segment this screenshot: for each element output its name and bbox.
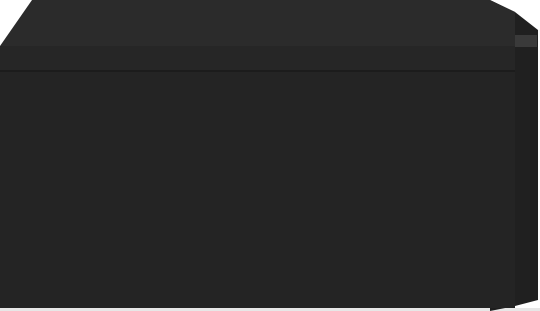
drawer-unit-illustration [0,0,540,311]
side-edge [515,12,538,306]
side-detail [515,35,537,47]
product-image-canvas [0,0,540,311]
top-front-edge [0,46,515,71]
drawer-front [0,72,515,308]
top-surface [0,0,515,46]
